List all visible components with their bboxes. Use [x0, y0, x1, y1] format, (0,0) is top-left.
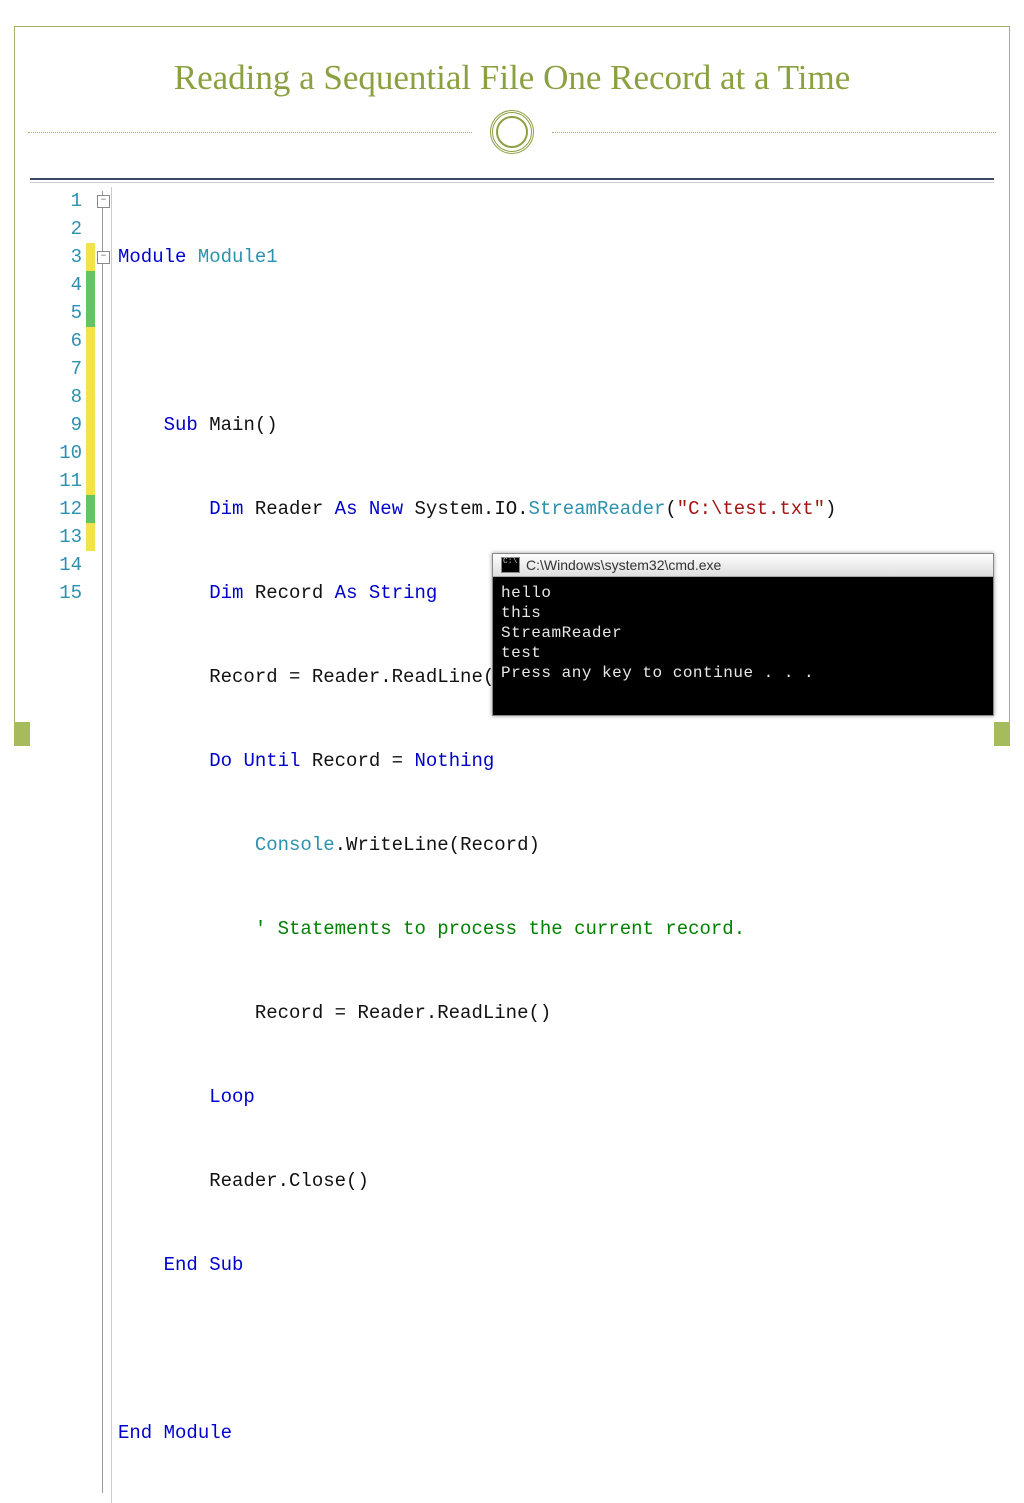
fold-toggle[interactable]	[97, 251, 110, 264]
ring-ornament-icon	[490, 110, 534, 154]
console-title-text: C:\Windows\system32\cmd.exe	[526, 557, 721, 573]
change-marker	[86, 495, 95, 523]
change-marker	[86, 187, 95, 215]
line-number: 7	[30, 355, 82, 383]
line-number: 14	[30, 551, 82, 579]
line-number: 1	[30, 187, 82, 215]
change-bar	[86, 187, 95, 1503]
line-number: 3	[30, 243, 82, 271]
line-number: 2	[30, 215, 82, 243]
line-number: 5	[30, 299, 82, 327]
change-marker	[86, 355, 95, 383]
code-editor: 123456789101112131415 Module Module1 Sub…	[30, 178, 994, 1503]
change-marker	[86, 551, 95, 579]
line-number: 11	[30, 467, 82, 495]
line-number: 13	[30, 523, 82, 551]
cmd-icon: C:\	[501, 557, 520, 573]
line-number: 10	[30, 439, 82, 467]
divider-right	[552, 132, 996, 133]
console-window: C:\ C:\Windows\system32\cmd.exe hello th…	[492, 553, 994, 716]
change-marker	[86, 215, 95, 243]
line-number: 4	[30, 271, 82, 299]
line-number: 6	[30, 327, 82, 355]
change-marker	[86, 439, 95, 467]
change-marker	[86, 299, 95, 327]
change-marker	[86, 243, 95, 271]
change-marker	[86, 411, 95, 439]
console-titlebar: C:\ C:\Windows\system32\cmd.exe	[493, 554, 993, 577]
line-number: 8	[30, 383, 82, 411]
line-number-gutter: 123456789101112131415	[30, 187, 86, 1503]
change-marker	[86, 271, 95, 299]
divider-left	[28, 132, 472, 133]
change-marker	[86, 467, 95, 495]
change-marker	[86, 383, 95, 411]
outline-column	[95, 187, 112, 1503]
fold-toggle[interactable]	[97, 195, 110, 208]
line-number: 9	[30, 411, 82, 439]
slide-title: Reading a Sequential File One Record at …	[0, 58, 1024, 98]
line-number: 12	[30, 495, 82, 523]
code-content: Module Module1 Sub Main() Dim Reader As …	[112, 187, 836, 1503]
change-marker	[86, 523, 95, 551]
line-number: 15	[30, 579, 82, 607]
change-marker	[86, 327, 95, 355]
change-marker	[86, 579, 95, 607]
console-output: hello this StreamReader test Press any k…	[493, 577, 993, 715]
